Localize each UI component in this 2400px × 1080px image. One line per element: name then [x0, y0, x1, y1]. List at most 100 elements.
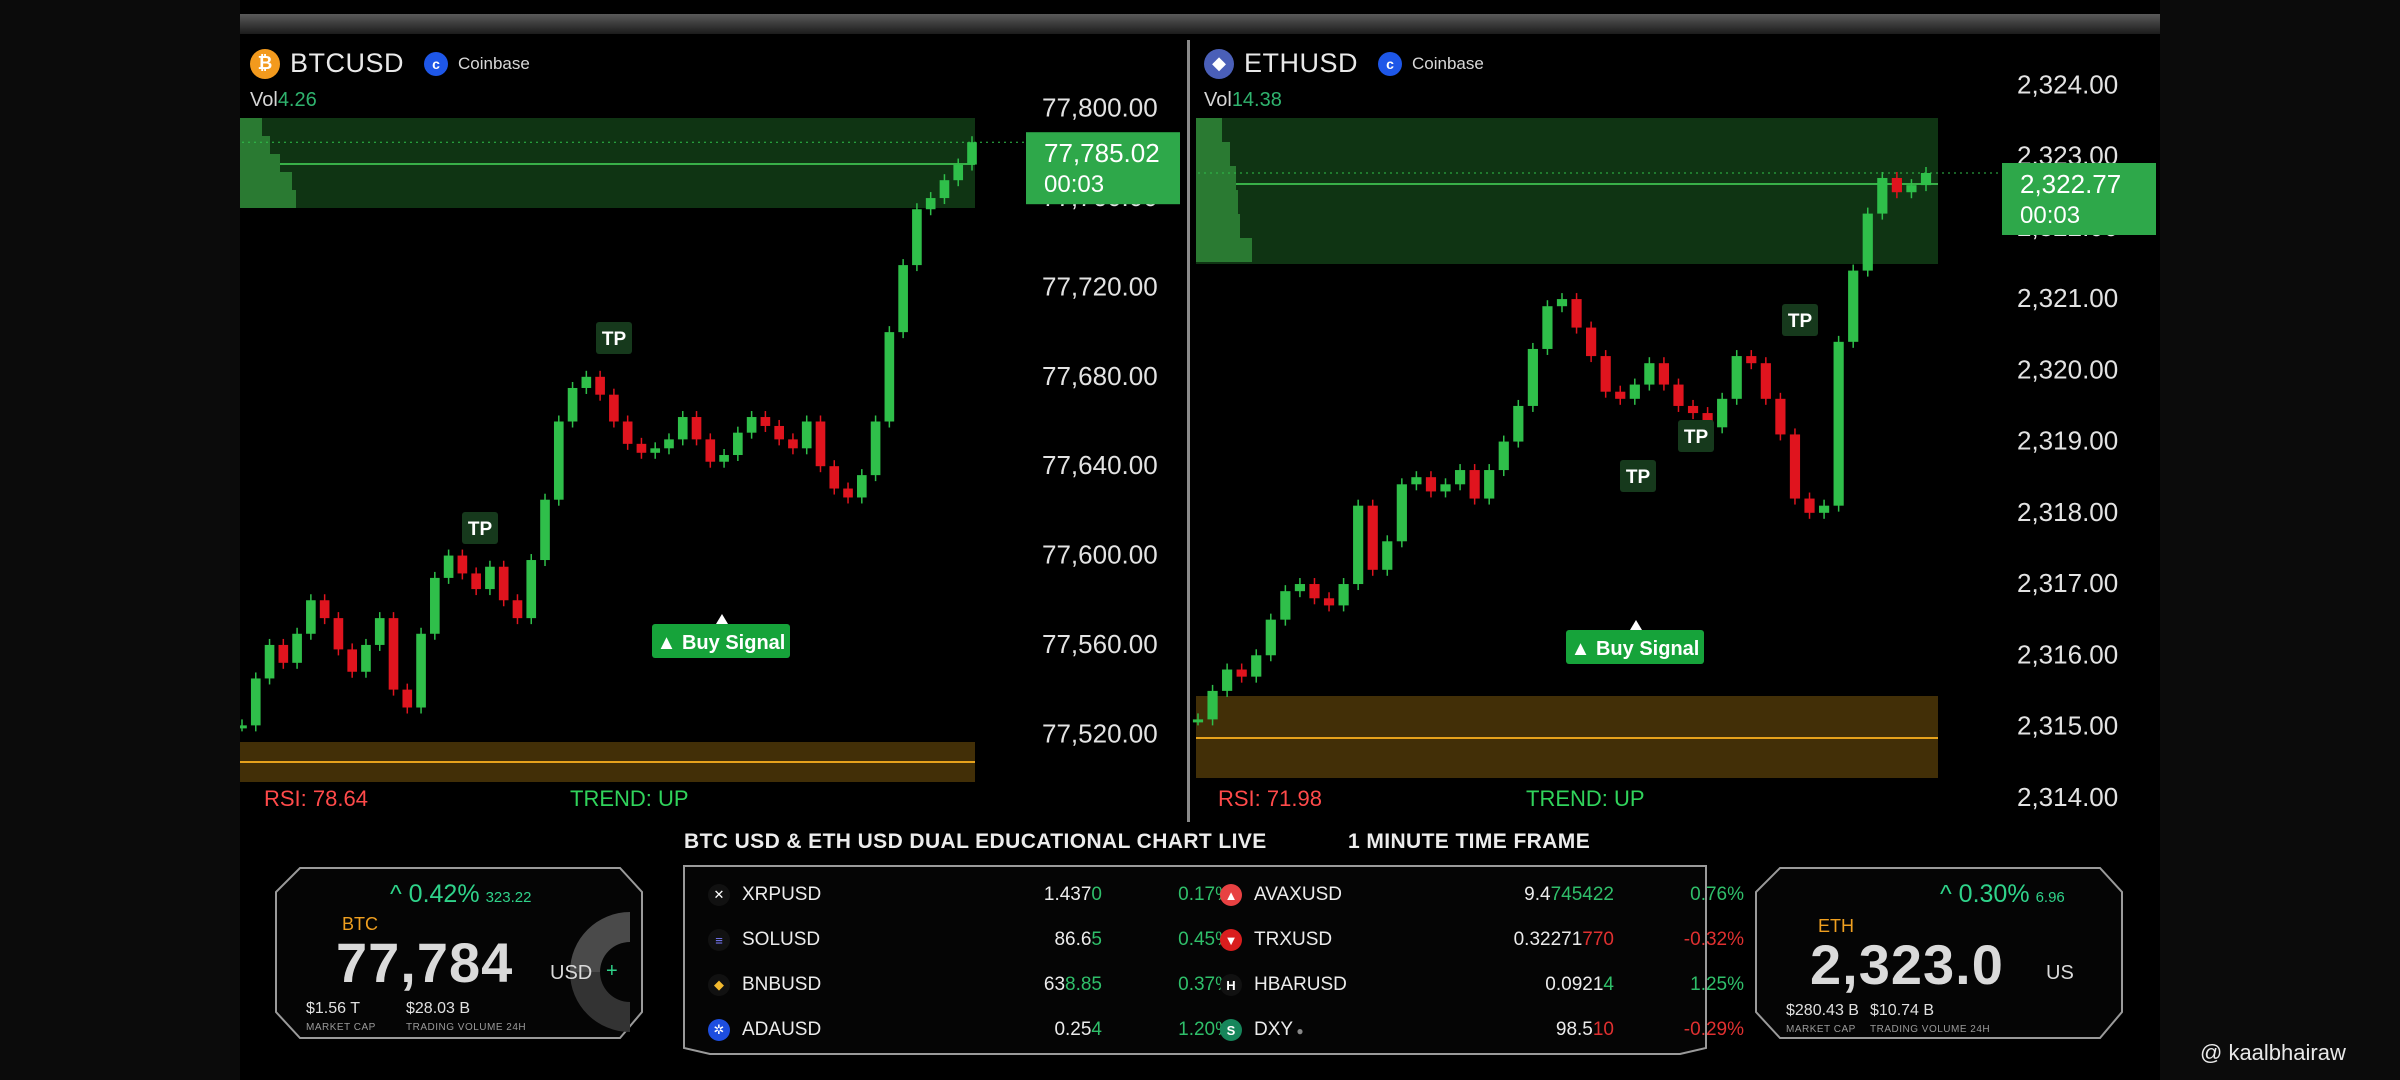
btc-vol-value: 4.26: [277, 89, 317, 111]
price-tail: 10: [1592, 1019, 1614, 1040]
btc-volume-profile-bar: [240, 172, 292, 190]
btc-candle: [457, 555, 468, 574]
btc-candle: [829, 466, 840, 489]
watermark: @ kaalbhairaw: [2200, 1040, 2346, 1065]
btc-candle: [581, 376, 592, 388]
btc-candle: [870, 421, 881, 476]
btc-countdown: 00:03: [1044, 171, 1104, 198]
eth-candle: [1891, 177, 1902, 193]
btc-candle: [677, 417, 688, 440]
tron-icon: ▼: [1220, 929, 1242, 951]
btc-candle: [843, 488, 853, 498]
market-price: 1.4370: [922, 884, 1102, 906]
eth-candle: [1556, 299, 1568, 307]
btc-candle: [664, 439, 674, 449]
eth-candle: [1775, 398, 1786, 435]
btc-candle: [760, 417, 771, 426]
eth-axis-tick: 2,316.00: [2017, 639, 2118, 669]
btc-axis-tick: 77,640.00: [1042, 450, 1158, 480]
market-name: SOLUSD: [742, 929, 821, 950]
market-change: 1.25%: [1690, 974, 1744, 995]
eth-candle: [1920, 172, 1932, 186]
btc-candle: [430, 577, 440, 634]
eth-candle: [1396, 484, 1407, 542]
eth-candle: [1542, 306, 1553, 349]
eth-candle: [1746, 356, 1757, 364]
eth-candle: [1251, 655, 1262, 677]
btc-card-change-abs: 323.22: [485, 889, 532, 906]
market-change: 0.37%: [1178, 974, 1232, 995]
price-main: 0.32271: [1513, 929, 1583, 950]
market-name: DXY ●: [1254, 1019, 1304, 1040]
coinbase-icon: c: [424, 51, 449, 76]
eth-candle: [1629, 384, 1640, 399]
btc-candle: [240, 725, 247, 729]
eth-candle: [1513, 405, 1524, 442]
eth-candle: [1294, 584, 1306, 592]
price-main: 86.6: [1054, 929, 1092, 950]
eth-candle: [1571, 299, 1582, 328]
eth-axis-tick: 2,321.00: [2017, 283, 2118, 313]
hedera-icon: H: [1220, 974, 1242, 996]
eth-volume-24h: $10.74 B: [1870, 1002, 1935, 1019]
eth-candle: [1280, 591, 1291, 620]
btc-candle: [485, 566, 495, 590]
eth-axis-tick: 2,319.00: [2017, 426, 2118, 456]
eth-candle: [1309, 584, 1320, 599]
market-row-avaxusd[interactable]: ▲ AVAXUSD 9.4745422 0.76%: [1220, 880, 1744, 910]
eth-card-change: ^ 0.30% 6.96: [1940, 880, 2065, 909]
eth-summary-card[interactable]: ^ 0.30% 6.96 ETH 2,323.0 US $280.43 B MAR…: [1750, 862, 2130, 1052]
eth-candle: [1498, 441, 1509, 471]
eth-axis-tick: 2,314.00: [2017, 782, 2118, 812]
eth-volume-24h-label: TRADING VOLUME 24H: [1870, 1024, 1991, 1035]
markets-table: ✕ XRPUSD 1.4370 0.17% ≡ SOLUSD 86.65 0.45% ◆ BNBU…: [680, 862, 1744, 1058]
eth-tp-label: TP: [1626, 467, 1651, 488]
market-row-adausd[interactable]: ✲ ADAUSD 0.254 1.20%: [708, 1015, 1232, 1045]
market-row-dxy[interactable]: S DXY ● 98.510 -0.29%: [1220, 1015, 1744, 1045]
market-price: 98.510: [1434, 1019, 1614, 1041]
btc-candle: [526, 560, 537, 619]
eth-price-label: 2,322.77: [2020, 169, 2121, 199]
price-main: 0.0921: [1545, 974, 1604, 995]
dollar-icon: S: [1220, 1019, 1242, 1041]
market-row-xrpusd[interactable]: ✕ XRPUSD 1.4370 0.17%: [708, 880, 1232, 910]
market-row-solusd[interactable]: ≡ SOLUSD 86.65 0.45%: [708, 925, 1232, 955]
market-name: HBARUSD: [1254, 974, 1347, 995]
x-icon: ✕: [708, 884, 730, 906]
eth-candle: [1644, 363, 1655, 385]
btc-signal-arrow: [716, 614, 728, 624]
market-row-hbarusd[interactable]: H HBARUSD 0.09214 1.25%: [1220, 970, 1744, 1000]
chart-divider[interactable]: [1187, 40, 1190, 822]
price-tail: 0: [1091, 884, 1102, 905]
btc-chart-canvas[interactable]: 77,800.0077,760.0077,720.0077,680.0077,6…: [240, 34, 1187, 822]
bottom-panel: BTC USD & ETH USD DUAL EDUCATIONAL CHART…: [240, 822, 2160, 1080]
market-change: 0.17%: [1178, 884, 1232, 905]
btc-candle: [540, 499, 550, 561]
btc-chart-panel[interactable]: 77,800.0077,760.0077,720.0077,680.0077,6…: [240, 34, 1187, 822]
btc-axis-tick: 77,800.00: [1042, 93, 1158, 123]
eth-chart-panel[interactable]: 2,324.002,323.002,322.002,321.002,320.00…: [1192, 34, 2160, 822]
market-price: 9.4745422: [1434, 884, 1614, 906]
eth-chart-canvas[interactable]: 2,324.002,323.002,322.002,321.002,320.00…: [1192, 34, 2160, 822]
btc-candle: [361, 644, 371, 672]
eth-candle: [1804, 498, 1815, 513]
btc-candle: [719, 455, 729, 462]
eth-candle: [1877, 177, 1888, 214]
ticker-title-left: BTC USD & ETH USD DUAL EDUCATIONAL CHART…: [684, 830, 1267, 853]
market-row-bnbusd[interactable]: ◆ BNBUSD 638.85 0.37%: [708, 970, 1232, 1000]
market-row-trxusd[interactable]: ▼ TRXUSD 0.32271770 -0.32%: [1220, 925, 1744, 955]
eth-candle: [1236, 669, 1247, 677]
btc-candle: [567, 387, 578, 422]
btc-candle: [264, 644, 275, 679]
eth-candle: [1367, 505, 1378, 570]
btc-symbol: BTCUSD: [290, 48, 405, 78]
eth-candle: [1382, 541, 1393, 570]
eth-volume-profile-bar: [1196, 142, 1230, 166]
btc-summary-card[interactable]: ^ 0.42% 323.22 BTC 77,784 USD + $1.56 T M…: [270, 862, 650, 1052]
eth-candle: [1687, 405, 1699, 414]
eth-volume: Vol14.38: [1204, 89, 1282, 112]
market-price: 0.254: [922, 1019, 1102, 1041]
btc-axis-tick: 77,680.00: [1042, 361, 1158, 391]
btc-card-plus: +: [606, 960, 618, 982]
eth-candle: [1862, 213, 1873, 271]
